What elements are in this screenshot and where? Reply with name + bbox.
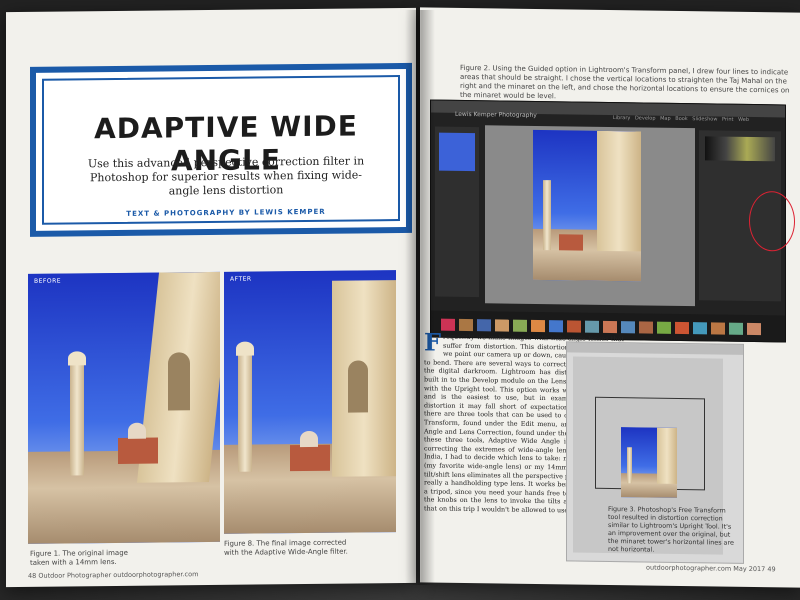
film-thumb: [711, 322, 725, 335]
film-thumb: [531, 319, 545, 333]
film-thumb: [567, 320, 581, 333]
lightroom-module-menu: Library Develop Map Book Slideshow Print…: [612, 115, 749, 123]
figure-3-caption: Figure 3. Photoshop's Free Transform too…: [608, 504, 734, 554]
right-footer: outdoorphotographer.com May 2017 49: [646, 563, 776, 574]
film-thumb: [639, 321, 653, 334]
film-thumb: [495, 319, 509, 332]
after-dome: [300, 430, 318, 448]
lightroom-histogram: [705, 136, 775, 162]
lightroom-screenshot: Lewis Kemper Photography Library Develop…: [430, 99, 795, 343]
film-thumb: [585, 320, 599, 333]
lightroom-minaret: [543, 180, 551, 251]
figure-3-minaret: [627, 447, 632, 484]
film-thumb: [675, 321, 689, 335]
figure-1-caption: Figure 1. The original image taken with …: [30, 548, 128, 567]
film-thumb: [657, 321, 671, 334]
film-thumb: [621, 321, 635, 334]
before-mosque: [118, 437, 158, 464]
lightroom-highlight-circle: [749, 190, 795, 252]
before-minaret-top: [68, 351, 86, 366]
lightroom-photo: [533, 129, 641, 282]
before-dome: [128, 422, 146, 439]
film-thumb: [693, 322, 707, 335]
film-thumb: [459, 318, 473, 332]
left-footer: 48 Outdoor Photographer outdoorphotograp…: [28, 570, 199, 580]
before-photo: BEFORE: [28, 271, 220, 544]
after-mosque: [290, 444, 330, 472]
photoshop-toolbar: [567, 342, 743, 355]
lightroom-main-image: [485, 125, 695, 307]
before-minaret: [70, 363, 84, 476]
right-page: Figure 2. Using the Guided option in Lig…: [420, 7, 800, 588]
lightroom-mosque: [559, 234, 583, 251]
after-photo: AFTER: [224, 270, 396, 534]
article-subtitle: Use this advanced perspective correction…: [87, 154, 365, 198]
film-thumb: [603, 320, 617, 334]
left-page: ADAPTIVE WIDE ANGLE Use this advanced pe…: [6, 7, 416, 588]
after-label: AFTER: [230, 275, 252, 283]
before-arch: [168, 352, 190, 411]
lightroom-brand: Lewis Kemper Photography: [455, 110, 537, 119]
after-minaret: [238, 353, 252, 472]
figure-2-caption: Figure 2. Using the Guided option in Lig…: [460, 63, 790, 101]
film-thumb: [477, 319, 491, 332]
title-box: ADAPTIVE WIDE ANGLE Use this advanced pe…: [30, 62, 412, 237]
figure-3-photo: [621, 427, 677, 498]
film-thumb: [441, 318, 455, 331]
film-thumb: [549, 320, 563, 333]
film-thumb: [747, 322, 761, 336]
figure-8-caption: Figure 8. The final image corrected with…: [224, 538, 348, 557]
figure-3-taj: [657, 427, 677, 484]
lightroom-taj-wall: [597, 130, 641, 252]
lightroom-navigator-thumb: [439, 132, 475, 172]
dropcap: F: [424, 327, 442, 357]
film-thumb: [729, 322, 743, 335]
after-minaret-top: [236, 341, 254, 356]
after-arch: [348, 360, 368, 413]
before-label: BEFORE: [34, 277, 62, 285]
film-thumb: [513, 319, 527, 332]
lightroom-right-panel: [699, 130, 795, 302]
